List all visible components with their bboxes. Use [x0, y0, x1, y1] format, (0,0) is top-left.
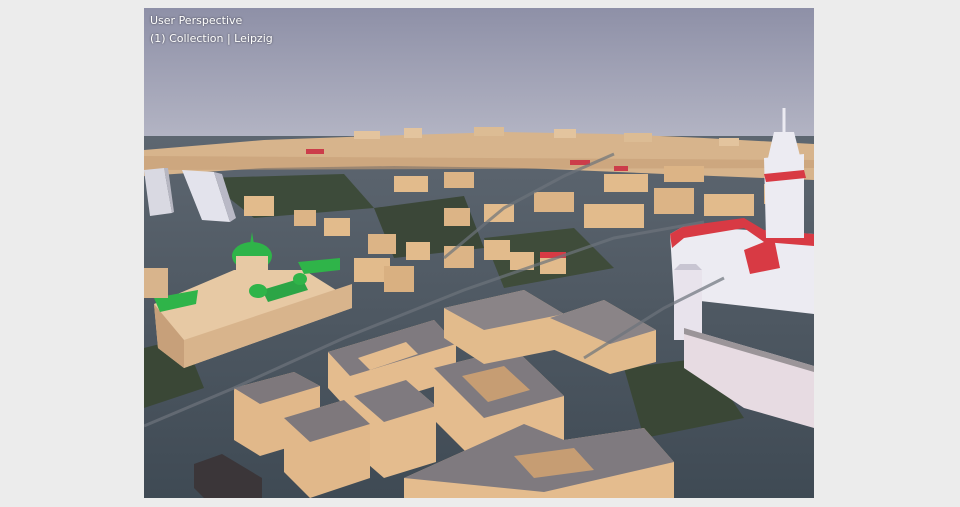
- city-scene: [144, 8, 814, 498]
- view-mode-label: User Perspective: [150, 14, 243, 27]
- collection-info-label: (1) Collection | Leipzig: [150, 32, 273, 45]
- 3d-viewport[interactable]: User Perspective (1) Collection | Leipzi…: [144, 8, 814, 498]
